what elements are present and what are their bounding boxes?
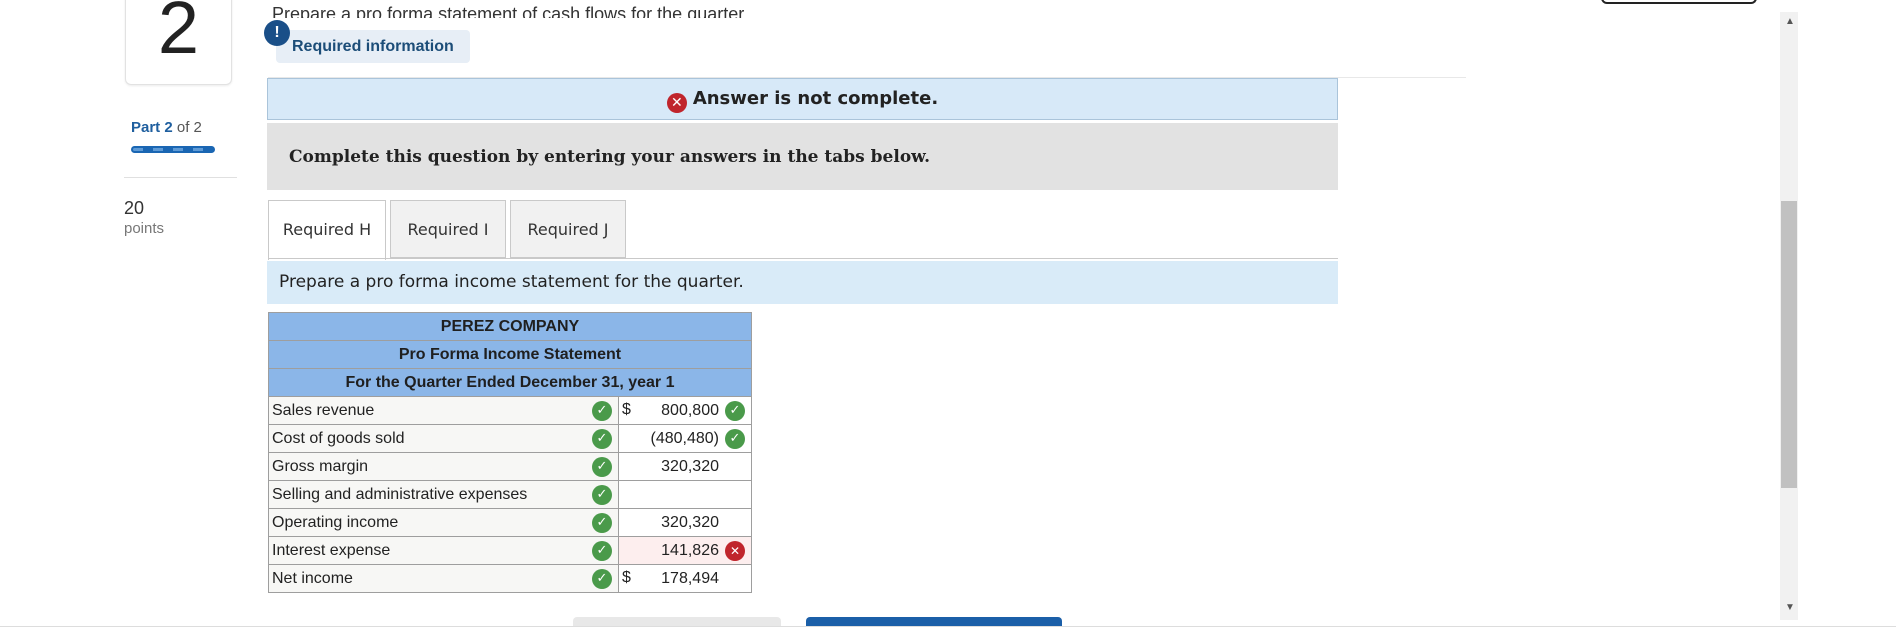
table-row: Gross margin ✓ 320,320 bbox=[268, 452, 752, 481]
dollar-sign: $ bbox=[622, 569, 631, 586]
alert-icon: ! bbox=[264, 20, 290, 46]
row-value-cell[interactable]: 320,320 bbox=[618, 452, 752, 481]
row-label-cell[interactable]: Net income ✓ bbox=[268, 564, 619, 593]
row-label-cell[interactable]: Interest expense ✓ bbox=[268, 536, 619, 565]
table-row: Operating income ✓ 320,320 bbox=[268, 508, 752, 537]
row-label-cell[interactable]: Gross margin ✓ bbox=[268, 452, 619, 481]
points-value: 20 bbox=[124, 198, 145, 218]
row-label-cell[interactable]: Cost of goods sold ✓ bbox=[268, 424, 619, 453]
statement-title: Pro Forma Income Statement bbox=[268, 340, 752, 369]
row-value: (480,480) bbox=[650, 429, 720, 447]
sidebar-divider bbox=[124, 177, 237, 178]
tab-instruction-text: Prepare a pro forma income statement for… bbox=[279, 272, 744, 292]
tab-required-i[interactable]: Required I bbox=[390, 200, 506, 258]
row-label: Selling and administrative expenses bbox=[272, 485, 528, 503]
check-icon: ✓ bbox=[725, 429, 745, 449]
x-circle-icon: ✕ bbox=[666, 93, 687, 113]
row-label-cell[interactable]: Operating income ✓ bbox=[268, 508, 619, 537]
row-value-cell[interactable]: 320,320 bbox=[618, 508, 752, 537]
points-label: points bbox=[124, 220, 165, 237]
check-icon: ✓ bbox=[592, 485, 612, 505]
table-row: Sales revenue ✓ $800,800 ✓ bbox=[268, 396, 752, 425]
previous-requirement-label: Prepare a pro forma statement of cash fl… bbox=[272, 4, 749, 18]
check-icon: ✓ bbox=[592, 401, 612, 421]
instruction-text: Complete this question by entering your … bbox=[289, 147, 930, 167]
row-value-cell[interactable]: (480,480) ✓ bbox=[618, 424, 752, 453]
check-icon: ✓ bbox=[592, 429, 612, 449]
previous-requirement-text: Prepare a pro forma statement of cash fl… bbox=[272, 2, 748, 18]
row-value-cell[interactable]: 141,826 ✕ bbox=[618, 536, 752, 565]
statement-period: For the Quarter Ended December 31, year … bbox=[268, 368, 752, 397]
row-label: Net income bbox=[272, 569, 353, 587]
income-statement-table: PEREZ COMPANY Pro Forma Income Statement… bbox=[268, 312, 752, 593]
tab-instruction: Prepare a pro forma income statement for… bbox=[267, 261, 1338, 304]
question-number-card: 2 bbox=[125, 0, 232, 85]
tab-underline bbox=[268, 258, 1338, 259]
row-value: 320,320 bbox=[661, 457, 719, 475]
row-value-cell[interactable] bbox=[618, 480, 752, 509]
part-indicator: Part 2 of 2 bbox=[131, 119, 202, 136]
check-icon: ✓ bbox=[592, 541, 612, 561]
row-value-cell[interactable]: $178,494 bbox=[618, 564, 752, 593]
part-label-current: Part 2 bbox=[131, 119, 173, 136]
x-circle-icon: ✕ bbox=[725, 541, 745, 561]
scroll-down-arrow-icon[interactable]: ▼ bbox=[1785, 602, 1795, 613]
table-row: Interest expense ✓ 141,826 ✕ bbox=[268, 536, 752, 565]
tab-required-h[interactable]: Required H bbox=[268, 200, 386, 260]
progress-fill bbox=[133, 148, 213, 151]
row-label: Operating income bbox=[272, 513, 399, 531]
dollar-sign: $ bbox=[622, 401, 631, 418]
part-progress-bar bbox=[131, 146, 215, 153]
answer-status-banner: ✕ Answer is not complete. bbox=[267, 78, 1338, 120]
scroll-up-arrow-icon[interactable]: ▲ bbox=[1785, 16, 1795, 27]
table-row: Selling and administrative expenses ✓ bbox=[268, 480, 752, 509]
row-label: Gross margin bbox=[272, 457, 369, 475]
check-icon: ✓ bbox=[592, 457, 612, 477]
check-icon: ✓ bbox=[592, 569, 612, 589]
row-label: Interest expense bbox=[272, 541, 391, 559]
table-row: Net income ✓ $178,494 bbox=[268, 564, 752, 593]
toolbar-button[interactable] bbox=[1601, 0, 1757, 4]
row-value: 320,320 bbox=[661, 513, 719, 531]
question-number: 2 bbox=[157, 0, 200, 69]
part-label-total: of 2 bbox=[176, 119, 202, 136]
row-label: Cost of goods sold bbox=[272, 429, 405, 447]
tab-required-j[interactable]: Required J bbox=[510, 200, 626, 258]
row-value: 178,494 bbox=[661, 569, 719, 587]
required-information-badge[interactable]: Required information bbox=[276, 30, 470, 63]
row-label-cell[interactable]: Selling and administrative expenses ✓ bbox=[268, 480, 619, 509]
table-row: Cost of goods sold ✓ (480,480) ✓ bbox=[268, 424, 752, 453]
row-value-cell[interactable]: $800,800 ✓ bbox=[618, 396, 752, 425]
answer-status-text: Answer is not complete. bbox=[692, 88, 939, 109]
required-information-label: Required information bbox=[292, 38, 454, 55]
check-icon: ✓ bbox=[592, 513, 612, 533]
row-label: Sales revenue bbox=[272, 401, 375, 419]
row-value: 141,826 bbox=[661, 541, 719, 559]
scrollbar-thumb[interactable] bbox=[1781, 201, 1797, 488]
statement-company: PEREZ COMPANY bbox=[268, 312, 752, 341]
instruction-box: Complete this question by entering your … bbox=[267, 123, 1338, 190]
row-label-cell[interactable]: Sales revenue ✓ bbox=[268, 396, 619, 425]
check-icon: ✓ bbox=[725, 401, 745, 421]
row-value: 800,800 bbox=[661, 401, 719, 419]
